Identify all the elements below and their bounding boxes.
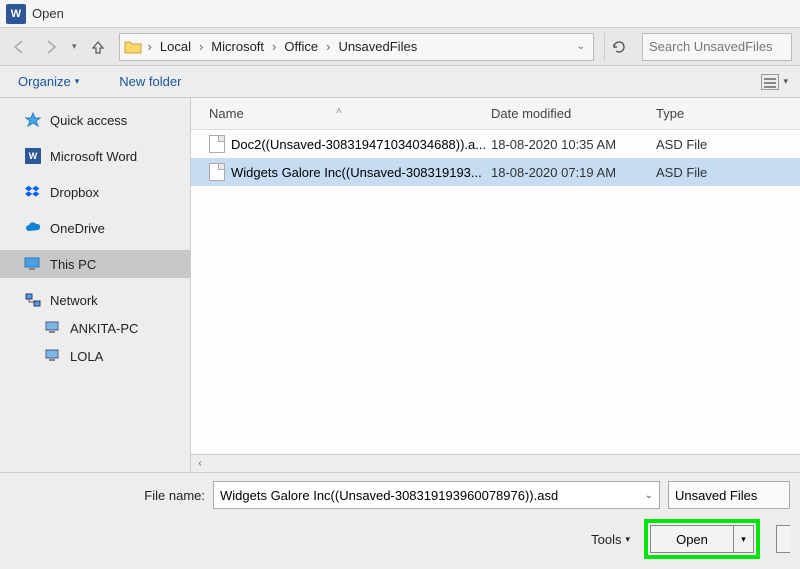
open-button[interactable]: Open — [650, 525, 734, 553]
nav-row: ▾ › Local › Microsoft › Office › Unsaved… — [0, 28, 800, 66]
sort-indicator-icon: ˄ — [336, 106, 342, 117]
star-icon — [24, 111, 42, 129]
breadcrumb-item[interactable]: Microsoft — [209, 39, 266, 54]
tools-button[interactable]: Tools▾ — [591, 532, 630, 547]
filter-value: Unsaved Files — [675, 488, 757, 503]
filename-input[interactable]: Widgets Galore Inc((Unsaved-308319193960… — [213, 481, 660, 509]
list-view-icon — [761, 74, 779, 90]
breadcrumb-item[interactable]: Local — [158, 39, 193, 54]
monitor-icon — [44, 347, 62, 365]
sidebar-network-child[interactable]: LOLA — [0, 342, 190, 370]
filename-label: File name: — [10, 488, 205, 503]
file-list: Name˄ Date modified Type Doc2((Unsaved-3… — [190, 98, 800, 472]
breadcrumb-item[interactable]: UnsavedFiles — [336, 39, 419, 54]
address-bar[interactable]: › Local › Microsoft › Office › UnsavedFi… — [119, 33, 594, 61]
sidebar-network[interactable]: Network — [0, 286, 190, 314]
nav-up-button[interactable] — [87, 36, 109, 58]
column-headers: Name˄ Date modified Type — [191, 98, 800, 130]
horizontal-scrollbar[interactable]: ‹ — [191, 454, 800, 472]
cancel-button-partial[interactable] — [776, 525, 790, 553]
new-folder-button[interactable]: New folder — [113, 72, 187, 91]
column-date[interactable]: Date modified — [491, 106, 656, 121]
sidebar-onedrive[interactable]: OneDrive — [0, 214, 190, 242]
chevron-right-icon: › — [144, 39, 156, 54]
file-row[interactable]: Widgets Galore Inc((Unsaved-308319193...… — [191, 158, 800, 186]
file-row[interactable]: Doc2((Unsaved-308319471034034688)).a... … — [191, 130, 800, 158]
cloud-icon — [24, 219, 42, 237]
dropdown-icon[interactable]: ⌄ — [645, 490, 653, 501]
search-placeholder: Search UnsavedFiles — [649, 39, 773, 54]
sidebar-this-pc[interactable]: This PC — [0, 250, 190, 278]
search-input[interactable]: Search UnsavedFiles — [642, 33, 792, 61]
sidebar-dropbox[interactable]: Dropbox — [0, 178, 190, 206]
bottom-panel: File name: Widgets Galore Inc((Unsaved-3… — [0, 472, 800, 569]
sidebar: Quick access W Microsoft Word Dropbox On… — [0, 98, 190, 472]
chevron-right-icon: › — [195, 39, 207, 54]
address-dropdown-icon[interactable]: ⌄ — [577, 41, 585, 52]
filename-value: Widgets Galore Inc((Unsaved-308319193960… — [220, 488, 558, 503]
dropbox-icon — [24, 183, 42, 201]
toolbar: Organize▾ New folder ▾ — [0, 66, 800, 98]
open-dialog: W Open ▾ › Local › Microsoft › Office › … — [0, 0, 800, 569]
window-title: Open — [32, 6, 64, 21]
file-icon — [209, 135, 225, 153]
word-icon: W — [24, 147, 42, 165]
nav-forward-button[interactable] — [40, 36, 62, 58]
chevron-right-icon: › — [322, 39, 334, 54]
network-icon — [24, 291, 42, 309]
file-name: Widgets Galore Inc((Unsaved-308319193... — [231, 165, 482, 180]
organize-button[interactable]: Organize▾ — [12, 72, 85, 91]
open-button-highlight: Open ▾ — [644, 519, 760, 559]
breadcrumb-item[interactable]: Office — [282, 39, 320, 54]
column-name[interactable]: Name˄ — [191, 106, 491, 121]
view-mode-button[interactable]: ▾ — [761, 74, 788, 90]
sidebar-microsoft-word[interactable]: W Microsoft Word — [0, 142, 190, 170]
file-name: Doc2((Unsaved-308319471034034688)).a... — [231, 137, 486, 152]
word-app-icon: W — [6, 4, 26, 24]
main-area: Quick access W Microsoft Word Dropbox On… — [0, 98, 800, 472]
folder-icon — [124, 38, 142, 56]
title-bar: W Open — [0, 0, 800, 28]
column-type[interactable]: Type — [656, 106, 800, 121]
monitor-icon — [44, 319, 62, 337]
file-type: ASD File — [656, 165, 800, 180]
file-icon — [209, 163, 225, 181]
sidebar-network-child[interactable]: ANKITA-PC — [0, 314, 190, 342]
file-date: 18-08-2020 10:35 AM — [491, 137, 656, 152]
refresh-button[interactable] — [604, 33, 632, 61]
open-split-dropdown[interactable]: ▾ — [734, 525, 754, 553]
sidebar-quick-access[interactable]: Quick access — [0, 106, 190, 134]
monitor-icon — [24, 255, 42, 273]
file-date: 18-08-2020 07:19 AM — [491, 165, 656, 180]
file-type: ASD File — [656, 137, 800, 152]
file-type-filter[interactable]: Unsaved Files — [668, 481, 790, 509]
chevron-right-icon: › — [268, 39, 280, 54]
scroll-left-icon[interactable]: ‹ — [191, 456, 209, 472]
nav-history-dropdown[interactable]: ▾ — [72, 41, 77, 52]
nav-back-button[interactable] — [8, 36, 30, 58]
